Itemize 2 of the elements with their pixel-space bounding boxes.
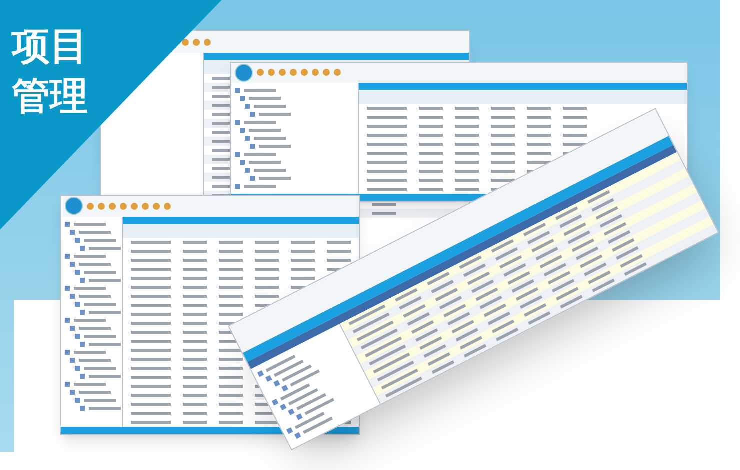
banner-title: 项目 [12, 24, 88, 68]
banner-title: 管理 [12, 74, 88, 118]
